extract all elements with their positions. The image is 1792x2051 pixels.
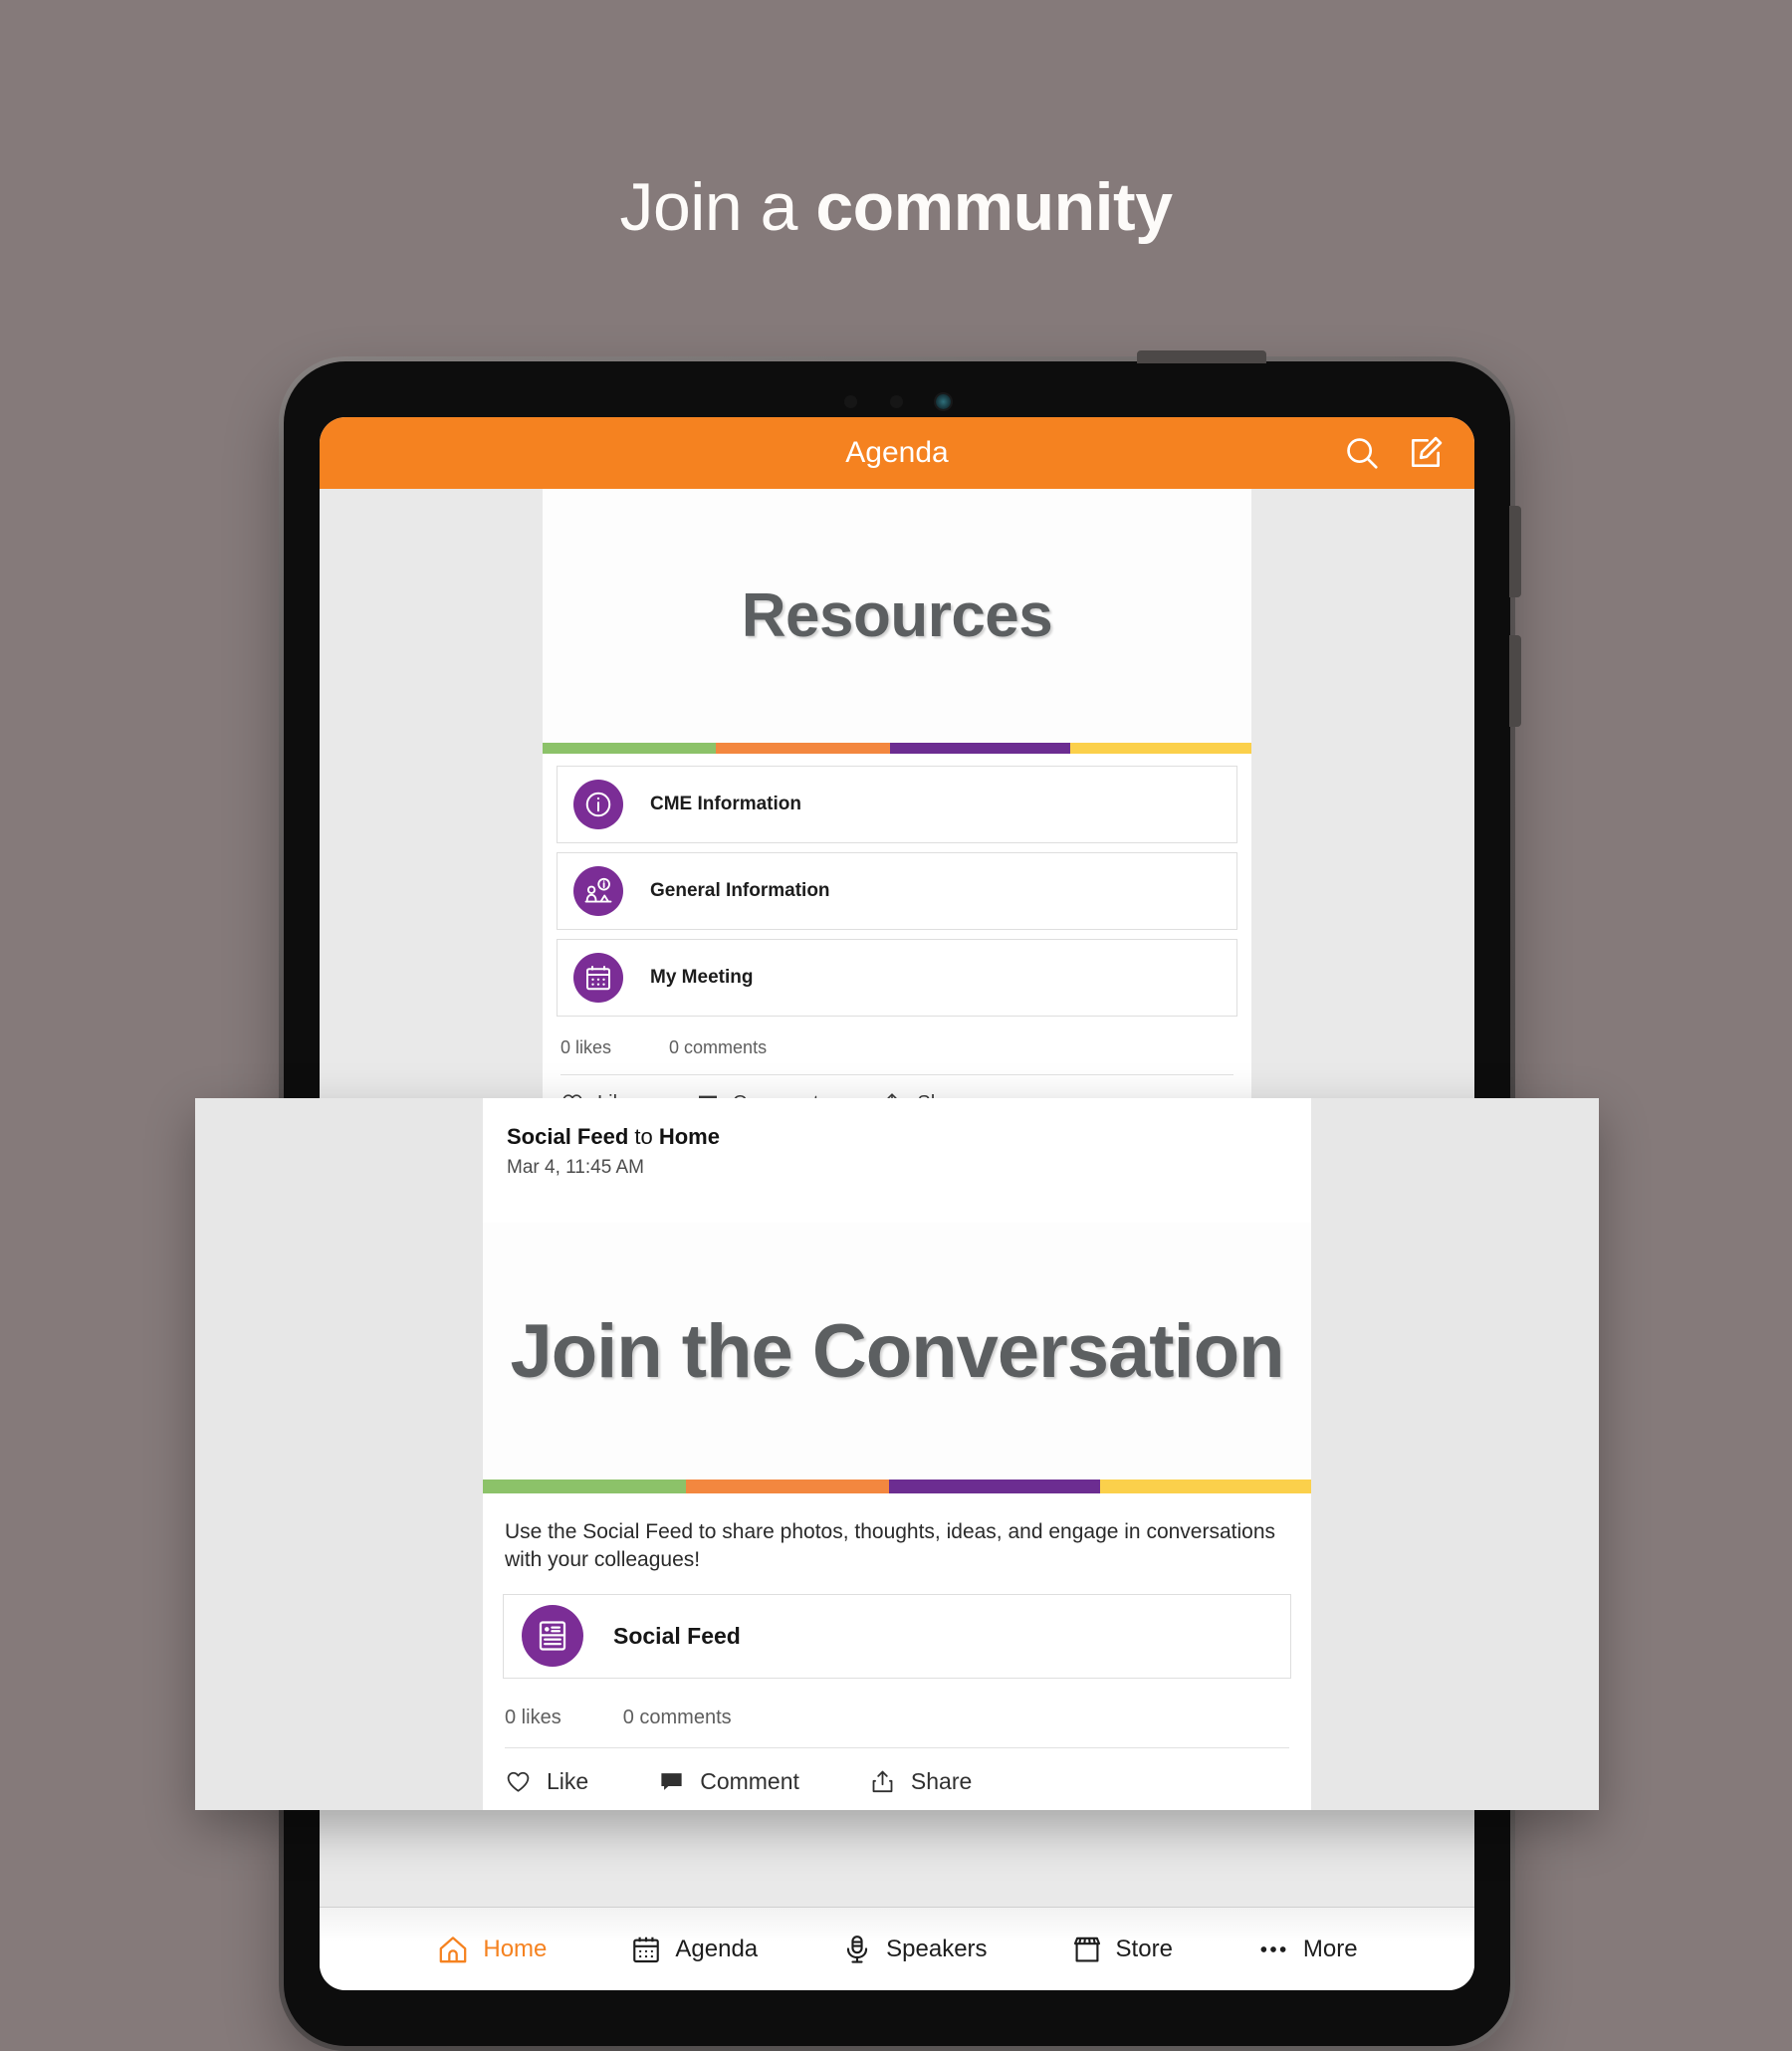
tab-agenda[interactable]: Agenda xyxy=(588,1934,799,1965)
share-button[interactable]: Share xyxy=(869,1768,972,1795)
storefront-icon xyxy=(1071,1934,1103,1965)
list-item-label: Social Feed xyxy=(613,1622,741,1649)
comment-label: Comment xyxy=(700,1767,799,1794)
comments-count: 0 comments xyxy=(622,1706,732,1728)
list-item-label: My Meeting xyxy=(650,967,754,988)
stripe-green xyxy=(543,743,717,754)
tab-label: Store xyxy=(1115,1935,1173,1962)
like-label: Like xyxy=(547,1767,589,1794)
tab-label: Speakers xyxy=(886,1935,988,1962)
overlay-action-bar: Like Comment Share xyxy=(483,1748,1311,1795)
volume-down-button[interactable] xyxy=(1509,635,1521,727)
list-item-social-feed[interactable]: Social Feed xyxy=(503,1593,1291,1679)
list-item-label: CME Information xyxy=(650,794,801,814)
app-header-actions xyxy=(1343,417,1445,489)
share-label: Share xyxy=(910,1767,973,1794)
compose-icon[interactable] xyxy=(1407,434,1445,472)
home-icon xyxy=(436,1933,470,1966)
post-card-resources: Resources CME Information General Inform… xyxy=(543,489,1251,1135)
calendar-icon xyxy=(630,1934,662,1965)
search-icon[interactable] xyxy=(1343,434,1381,472)
tab-store[interactable]: Store xyxy=(1029,1934,1215,1965)
stripe-purple xyxy=(888,1480,1100,1493)
overlay-post-destination: Home xyxy=(658,1124,720,1149)
overlay-engagement-counts: 0 likes 0 comments xyxy=(483,1679,1311,1747)
tab-label: More xyxy=(1302,1935,1358,1962)
bottom-tab-bar: Home Agenda Speakers Store More xyxy=(320,1907,1474,1990)
ellipsis-icon xyxy=(1256,1933,1290,1966)
app-header-bar: Agenda xyxy=(320,417,1474,489)
stripe-green xyxy=(483,1480,686,1493)
power-button[interactable] xyxy=(1137,350,1266,363)
social-feed-overlay-card: Social Feed to Home Mar 4, 11:45 AM Join… xyxy=(195,1098,1599,1810)
list-item-cme-information[interactable]: CME Information xyxy=(557,766,1237,843)
overlay-post-timestamp: Mar 4, 11:45 AM xyxy=(507,1157,644,1178)
overlay-description: Use the Social Feed to share photos, tho… xyxy=(505,1520,1276,1571)
post-banner: Resources xyxy=(543,489,1251,743)
calendar-icon xyxy=(573,953,623,1003)
page-title: Join a community xyxy=(0,167,1792,247)
overlay-post-route: Social Feed to Home xyxy=(507,1124,1287,1150)
stripe-orange xyxy=(685,1480,889,1493)
proximity-sensor-icon xyxy=(889,394,903,408)
list-item-label: General Information xyxy=(650,880,830,901)
like-button[interactable]: Like xyxy=(505,1768,588,1795)
color-stripe xyxy=(543,743,1251,754)
ambient-sensor-icon xyxy=(843,394,857,408)
sensor-cluster xyxy=(284,391,1510,411)
tab-more[interactable]: More xyxy=(1215,1933,1400,1966)
post-banner-title: Resources xyxy=(741,581,1053,650)
app-header-title: Agenda xyxy=(845,436,949,469)
overlay-post-source: Social Feed xyxy=(507,1124,629,1149)
front-camera-icon xyxy=(935,393,951,409)
list-item-general-information[interactable]: General Information xyxy=(557,852,1237,930)
likes-count: 0 likes xyxy=(505,1706,561,1728)
volume-up-button[interactable] xyxy=(1509,506,1521,597)
overlay-banner-title: Join the Conversation xyxy=(510,1308,1284,1394)
overlay-post-header: Social Feed to Home Mar 4, 11:45 AM xyxy=(483,1098,1311,1179)
tab-label: Home xyxy=(483,1935,548,1962)
overlay-post-card: Social Feed to Home Mar 4, 11:45 AM Join… xyxy=(483,1098,1311,1810)
stripe-purple xyxy=(889,743,1071,754)
info-circle-icon xyxy=(573,780,623,829)
page-title-bold: community xyxy=(815,169,1173,245)
tab-home[interactable]: Home xyxy=(394,1933,588,1966)
microphone-icon xyxy=(841,1934,873,1965)
list-item-my-meeting[interactable]: My Meeting xyxy=(557,939,1237,1017)
stripe-orange xyxy=(716,743,890,754)
overlay-post-connector: to xyxy=(628,1124,659,1149)
person-info-icon xyxy=(573,866,623,916)
likes-count: 0 likes xyxy=(560,1037,612,1057)
page-title-regular: Join a xyxy=(619,169,816,245)
feed-card-icon xyxy=(522,1605,583,1668)
tab-label: Agenda xyxy=(675,1935,759,1962)
post-engagement-counts: 0 likes 0 comments xyxy=(543,1026,1251,1074)
tab-speakers[interactable]: Speakers xyxy=(799,1934,1028,1965)
stripe-yellow xyxy=(1099,1480,1311,1493)
comments-count: 0 comments xyxy=(669,1037,768,1057)
stripe-yellow xyxy=(1070,743,1251,754)
overlay-banner: Join the Conversation xyxy=(483,1223,1311,1480)
post-links-list: CME Information General Information My M… xyxy=(543,754,1251,1026)
comment-button[interactable]: Comment xyxy=(658,1768,799,1795)
overlay-color-stripe xyxy=(483,1480,1311,1493)
